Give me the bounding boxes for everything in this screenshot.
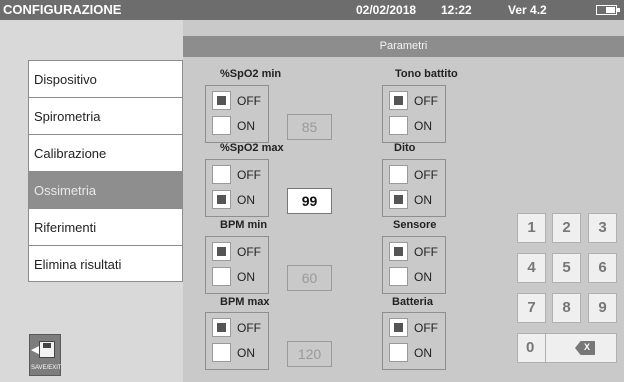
tono-on-option[interactable]: ON xyxy=(389,116,443,136)
config-menu: Dispositivo Spirometria Calibrazione Oss… xyxy=(28,60,183,282)
key-1[interactable]: 1 xyxy=(517,213,546,243)
dito-off-option[interactable]: OFF xyxy=(389,165,443,185)
batteria-label: Batteria xyxy=(392,296,433,308)
batteria-on-option[interactable]: ON xyxy=(389,343,443,363)
bpm-min-on-option[interactable]: ON xyxy=(212,267,266,287)
screen-title: CONFIGURAZIONE xyxy=(3,2,122,17)
bpm-max-group: OFF ON xyxy=(205,312,269,370)
params-header: Parametri xyxy=(183,36,624,57)
off-label: OFF xyxy=(237,94,261,108)
bpm-max-label: BPM max xyxy=(220,296,270,308)
on-label: ON xyxy=(414,193,432,207)
on-label: ON xyxy=(414,346,432,360)
bpm-max-off-option[interactable]: OFF xyxy=(212,318,266,338)
on-label: ON xyxy=(414,119,432,133)
on-label: ON xyxy=(237,270,255,284)
on-label: ON xyxy=(237,119,255,133)
dito-label: Dito xyxy=(394,142,416,154)
bpm-max-on-checkbox[interactable] xyxy=(212,343,231,362)
spo2-min-value[interactable]: 85 xyxy=(287,114,332,140)
key-6[interactable]: 6 xyxy=(588,253,617,283)
off-label: OFF xyxy=(414,321,438,335)
sensore-label: Sensore xyxy=(393,219,437,231)
key-0[interactable]: 0 xyxy=(517,333,546,363)
tono-battito-group: OFF ON xyxy=(382,85,446,143)
off-label: OFF xyxy=(237,168,261,182)
save-exit-icon xyxy=(39,341,55,358)
spo2-max-on-option[interactable]: ON xyxy=(212,190,266,210)
bpm-min-off-option[interactable]: OFF xyxy=(212,242,266,262)
spo2-min-on-option[interactable]: ON xyxy=(212,116,266,136)
key-5[interactable]: 5 xyxy=(552,253,581,283)
spo2-min-label: %SpO2 min xyxy=(220,68,282,80)
key-3[interactable]: 3 xyxy=(588,213,617,243)
sensore-on-option[interactable]: ON xyxy=(389,267,443,287)
key-4[interactable]: 4 xyxy=(517,253,546,283)
time-display: 12:22 xyxy=(441,3,472,17)
batteria-group: OFF ON xyxy=(382,312,446,370)
off-label: OFF xyxy=(237,245,261,259)
bpm-min-on-checkbox[interactable] xyxy=(212,267,231,286)
backspace-button[interactable]: X xyxy=(545,333,617,363)
spo2-min-on-checkbox[interactable] xyxy=(212,116,231,135)
save-exit-button[interactable]: ◀ SAVE/EXIT xyxy=(29,334,62,376)
sensore-off-option[interactable]: OFF xyxy=(389,242,443,262)
tono-off-checkbox[interactable] xyxy=(389,91,408,110)
top-bar: CONFIGURAZIONE 02/02/2018 12:22 Ver 4.2 xyxy=(0,0,624,20)
spo2-min-off-option[interactable]: OFF xyxy=(212,91,266,111)
key-9[interactable]: 9 xyxy=(588,293,617,323)
batteria-off-checkbox[interactable] xyxy=(389,318,408,337)
batteria-off-option[interactable]: OFF xyxy=(389,318,443,338)
bpm-min-group: OFF ON xyxy=(205,236,269,294)
off-label: OFF xyxy=(414,94,438,108)
bpm-max-value[interactable]: 120 xyxy=(287,341,332,367)
menu-item-elimina-risultati[interactable]: Elimina risultati xyxy=(28,245,183,282)
menu-item-ossimetria[interactable]: Ossimetria xyxy=(28,171,183,208)
bpm-min-label: BPM min xyxy=(220,219,268,231)
spo2-max-off-checkbox[interactable] xyxy=(212,165,231,184)
version-label: Ver 4.2 xyxy=(508,3,547,17)
spo2-max-value[interactable]: 99 xyxy=(287,188,332,214)
menu-item-dispositivo[interactable]: Dispositivo xyxy=(28,60,183,97)
key-7[interactable]: 7 xyxy=(517,293,546,323)
sensore-off-checkbox[interactable] xyxy=(389,242,408,261)
tono-battito-label: Tono battito xyxy=(395,68,458,80)
bpm-min-off-checkbox[interactable] xyxy=(212,242,231,261)
menu-item-calibrazione[interactable]: Calibrazione xyxy=(28,134,183,171)
batteria-on-checkbox[interactable] xyxy=(389,343,408,362)
key-8[interactable]: 8 xyxy=(552,293,581,323)
on-label: ON xyxy=(414,270,432,284)
bpm-max-off-checkbox[interactable] xyxy=(212,318,231,337)
dito-on-checkbox[interactable] xyxy=(389,190,408,209)
save-exit-label: SAVE/EXIT xyxy=(31,365,62,371)
spo2-max-group: OFF ON xyxy=(205,159,269,217)
dito-off-checkbox[interactable] xyxy=(389,165,408,184)
bpm-min-value[interactable]: 60 xyxy=(287,265,332,291)
on-label: ON xyxy=(237,193,255,207)
spo2-max-label: %SpO2 max xyxy=(220,142,284,154)
dito-group: OFF ON xyxy=(382,159,446,217)
menu-item-spirometria[interactable]: Spirometria xyxy=(28,97,183,134)
dito-on-option[interactable]: ON xyxy=(389,190,443,210)
bpm-max-on-option[interactable]: ON xyxy=(212,343,266,363)
sensore-group: OFF ON xyxy=(382,236,446,294)
battery-icon xyxy=(596,5,620,15)
key-2[interactable]: 2 xyxy=(552,213,581,243)
off-label: OFF xyxy=(414,245,438,259)
spo2-max-on-checkbox[interactable] xyxy=(212,190,231,209)
off-label: OFF xyxy=(237,321,261,335)
off-label: OFF xyxy=(414,168,438,182)
date-display: 02/02/2018 xyxy=(356,3,417,17)
menu-item-riferimenti[interactable]: Riferimenti xyxy=(28,208,183,245)
backspace-icon: X xyxy=(575,341,595,355)
spo2-max-off-option[interactable]: OFF xyxy=(212,165,266,185)
spo2-min-off-checkbox[interactable] xyxy=(212,91,231,110)
tono-on-checkbox[interactable] xyxy=(389,116,408,135)
on-label: ON xyxy=(237,346,255,360)
spo2-min-group: OFF ON xyxy=(205,85,269,143)
sensore-on-checkbox[interactable] xyxy=(389,267,408,286)
tono-off-option[interactable]: OFF xyxy=(389,91,443,111)
